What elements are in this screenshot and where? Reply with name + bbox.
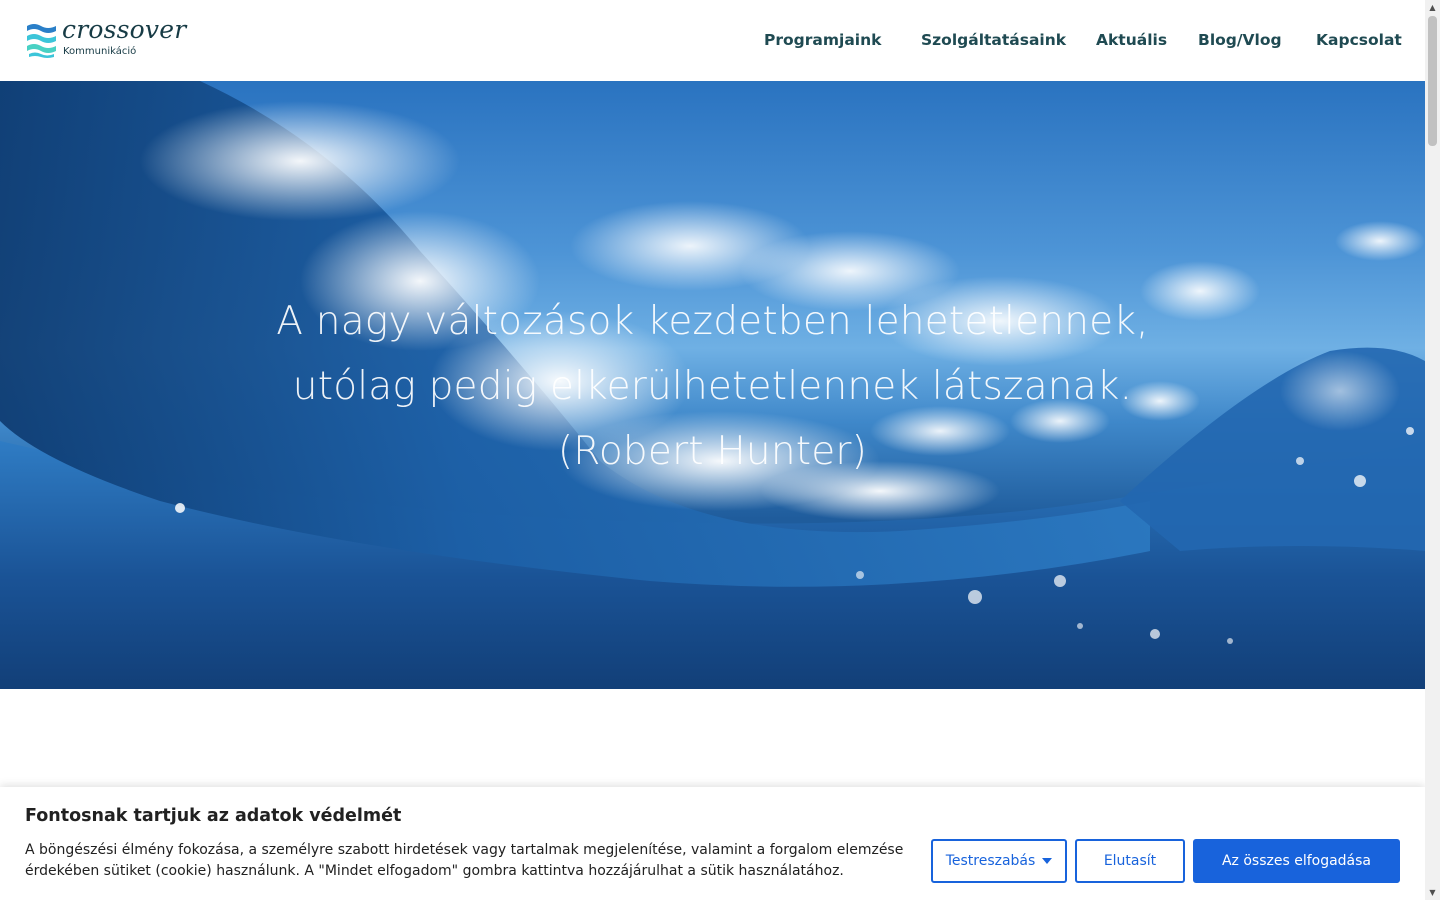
hero-banner: A nagy változások kezdetben lehetetlenne… (0, 81, 1425, 689)
hero-quote-line-1: A nagy változások kezdetben lehetetlenne… (276, 299, 1149, 344)
nav-item-programjaink[interactable]: Programjaink (764, 31, 881, 49)
scrollbar-thumb[interactable] (1428, 16, 1437, 146)
nav-item-szolgaltatasaink[interactable]: Szolgáltatásaink (921, 31, 1066, 49)
customize-button[interactable]: Testreszabás (931, 839, 1067, 883)
scroll-up-arrow-icon[interactable]: ▲ (1428, 3, 1437, 12)
accept-all-label: Az összes elfogadása (1221, 853, 1372, 869)
reject-button[interactable]: Elutasít (1075, 839, 1185, 883)
nav-item-kapcsolat[interactable]: Kapcsolat (1316, 31, 1402, 49)
hero-quote-author: (Robert Hunter) (557, 429, 868, 474)
nav-item-blog-vlog[interactable]: Blog/Vlog (1198, 31, 1282, 49)
hero-quote-line-2: utólag pedig elkerülhetetlennek látszana… (292, 364, 1133, 409)
customize-label: Testreszabás (945, 853, 1036, 869)
cookie-consent-banner: Fontosnak tartjuk az adatok védelmét A b… (0, 787, 1425, 900)
caret-down-icon (1042, 858, 1053, 864)
cookie-title: Fontosnak tartjuk az adatok védelmét (25, 806, 402, 826)
cookie-description: A böngészési élmény fokozása, a személyr… (25, 842, 904, 879)
main-nav: Programjaink Szolgáltatásaink Aktuális B… (0, 31, 1425, 53)
page: crossover Kommunikáció Programjaink Szol… (0, 0, 1440, 900)
nav-item-aktualis[interactable]: Aktuális (1096, 31, 1167, 49)
accept-all-button[interactable]: Az összes elfogadása (1193, 839, 1400, 883)
scroll-down-arrow-icon[interactable]: ▼ (1428, 888, 1437, 897)
reject-label: Elutasít (1103, 853, 1157, 869)
site-header: crossover Kommunikáció Programjaink Szol… (0, 0, 1425, 81)
page-scrollbar[interactable]: ▲ ▼ (1425, 0, 1440, 900)
